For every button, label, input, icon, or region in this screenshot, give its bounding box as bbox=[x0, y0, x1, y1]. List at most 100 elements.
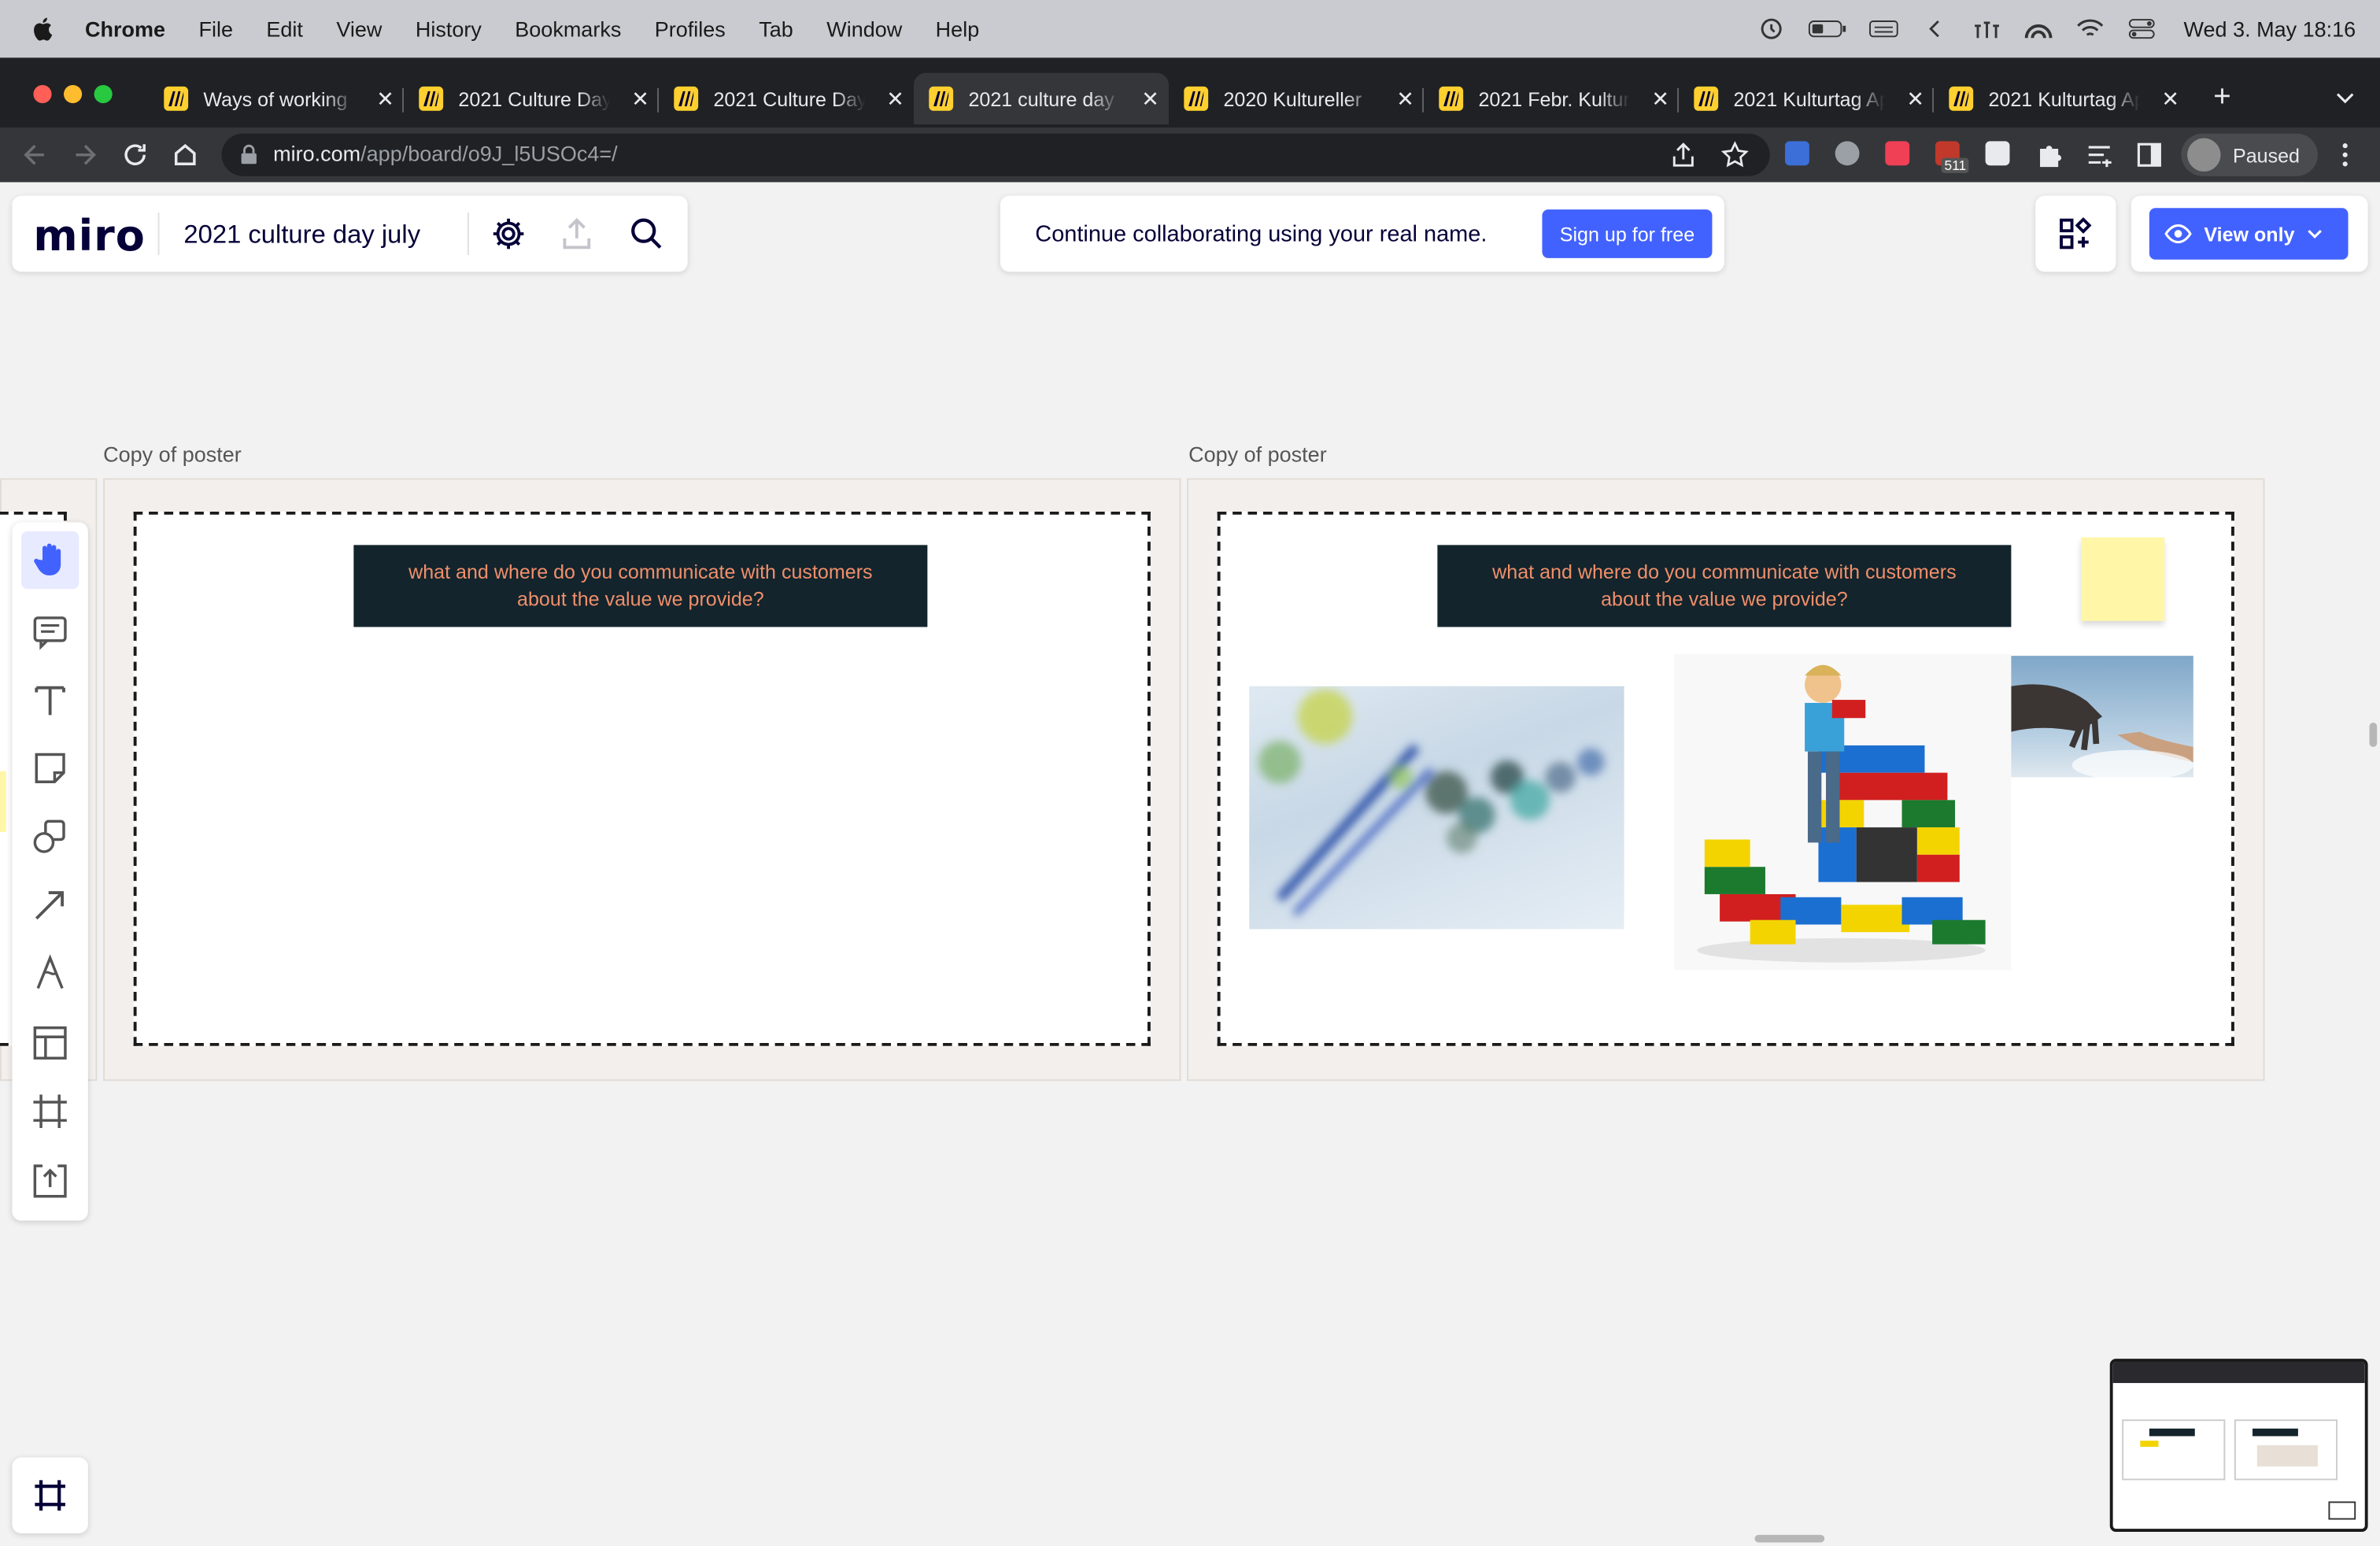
flower-photo[interactable] bbox=[1249, 686, 1624, 930]
minimap[interactable] bbox=[2109, 1359, 2368, 1532]
menubar-clock[interactable]: Wed 3. May 18:16 bbox=[2184, 17, 2356, 41]
collapsed-side-tab[interactable] bbox=[0, 771, 6, 832]
control-center-icon[interactable] bbox=[2126, 18, 2156, 39]
question-card[interactable]: what and where do you communicate with c… bbox=[1437, 545, 2012, 627]
share-icon[interactable] bbox=[1671, 141, 1695, 168]
header-divider bbox=[468, 213, 469, 256]
frame-label[interactable]: Copy of poster bbox=[103, 442, 242, 466]
menu-help[interactable]: Help bbox=[936, 17, 980, 41]
export-icon[interactable] bbox=[560, 216, 593, 252]
frame-label[interactable]: Copy of poster bbox=[1188, 442, 1327, 466]
reload-icon[interactable] bbox=[121, 141, 149, 168]
miro-favicon-icon bbox=[164, 86, 189, 111]
sticky-note-icon[interactable] bbox=[31, 749, 70, 788]
new-tab-button[interactable]: + bbox=[2207, 82, 2238, 113]
browser-tab-active[interactable]: 2021 culture day ✕ bbox=[914, 72, 1170, 125]
menu-file[interactable]: File bbox=[198, 17, 233, 41]
browser-tab[interactable]: 2021 Culture Day ✕ bbox=[419, 76, 649, 121]
comment-icon[interactable] bbox=[31, 612, 70, 651]
window-close-button[interactable] bbox=[33, 85, 52, 104]
tab-close-icon[interactable]: ✕ bbox=[1141, 86, 1159, 112]
browser-tab[interactable]: 2021 Kulturtag Ap ✕ bbox=[1949, 76, 2179, 121]
chevron-left-icon[interactable] bbox=[1920, 18, 1950, 39]
menu-tab[interactable]: Tab bbox=[759, 17, 793, 41]
address-url[interactable]: miro.com/app/board/o9J_l5USOc4=/ bbox=[273, 141, 617, 165]
board-title[interactable]: 2021 culture day july bbox=[183, 220, 420, 251]
vertical-scroll-handle[interactable] bbox=[2369, 723, 2378, 747]
miro-favicon-icon bbox=[419, 86, 444, 111]
sticky-note[interactable] bbox=[2081, 537, 2165, 621]
browser-tab[interactable]: 2021 Febr. Kultur ✕ bbox=[1439, 76, 1669, 121]
horizontal-scroll-handle[interactable] bbox=[1754, 1534, 1825, 1543]
menu-app-chrome[interactable]: Chrome bbox=[85, 17, 165, 41]
miro-favicon-icon bbox=[1949, 86, 1974, 111]
frame-icon bbox=[35, 1480, 65, 1511]
menu-window[interactable]: Window bbox=[826, 17, 902, 41]
apple-icon[interactable] bbox=[31, 15, 58, 43]
lock-icon[interactable] bbox=[240, 144, 258, 165]
tab-close-icon[interactable]: ✕ bbox=[1906, 86, 1924, 112]
hand-tool-button[interactable] bbox=[21, 531, 79, 590]
extension-icon[interactable] bbox=[1835, 141, 1860, 166]
tab-close-icon[interactable]: ✕ bbox=[631, 86, 649, 112]
tab-close-icon[interactable]: ✕ bbox=[376, 86, 394, 112]
menu-view[interactable]: View bbox=[336, 17, 382, 41]
profile-button[interactable]: Paused bbox=[2181, 133, 2318, 176]
bookmark-star-icon[interactable] bbox=[1721, 141, 1749, 168]
menu-edit[interactable]: Edit bbox=[266, 17, 303, 41]
tab-close-icon[interactable]: ✕ bbox=[886, 86, 904, 112]
menu-history[interactable]: History bbox=[416, 17, 482, 41]
miro-logo[interactable]: miro bbox=[33, 211, 145, 261]
extensions-puzzle-icon[interactable] bbox=[2035, 141, 2063, 168]
minimap-header bbox=[2112, 1361, 2365, 1383]
text-icon[interactable] bbox=[31, 680, 70, 719]
browser-tab[interactable]: Ways of working ✕ bbox=[164, 76, 394, 121]
tab-divider bbox=[657, 87, 660, 113]
tab-search-chevron-icon[interactable] bbox=[2334, 88, 2356, 109]
window-zoom-button[interactable] bbox=[94, 85, 113, 104]
view-only-button[interactable]: View only bbox=[2149, 208, 2349, 260]
side-panel-icon[interactable] bbox=[2136, 141, 2164, 168]
templates-icon[interactable] bbox=[31, 1023, 70, 1063]
window-minimize-button[interactable] bbox=[64, 85, 83, 104]
search-icon[interactable] bbox=[628, 216, 664, 252]
menu-bookmarks[interactable]: Bookmarks bbox=[515, 17, 621, 41]
question-card[interactable]: what and where do you communicate with c… bbox=[353, 545, 928, 627]
sign-up-button[interactable]: Sign up for free bbox=[1542, 209, 1713, 258]
wifi-icon[interactable] bbox=[2075, 18, 2105, 39]
upload-icon[interactable] bbox=[31, 1161, 70, 1200]
settings-gear-icon[interactable] bbox=[490, 216, 527, 252]
frame-icon[interactable] bbox=[31, 1092, 70, 1131]
keyboard-icon[interactable] bbox=[1868, 18, 1898, 39]
macos-menubar: Chrome File Edit View History Bookmarks … bbox=[0, 0, 2380, 58]
browser-tab[interactable]: 2021 Culture Day ✕ bbox=[674, 76, 904, 121]
minimap-viewport bbox=[2328, 1501, 2356, 1520]
tab-close-icon[interactable]: ✕ bbox=[1396, 86, 1414, 112]
tab-label: 2021 Febr. Kultur bbox=[1478, 87, 1630, 110]
extension-icon[interactable] bbox=[1985, 141, 2010, 166]
tab-close-icon[interactable]: ✕ bbox=[1651, 86, 1669, 112]
battery-icon[interactable] bbox=[1807, 18, 1846, 39]
miro-favicon-icon bbox=[1694, 86, 1719, 111]
shapes-icon[interactable] bbox=[31, 817, 70, 856]
tab-close-icon[interactable]: ✕ bbox=[2161, 86, 2179, 112]
pocket-extension-icon[interactable] bbox=[1885, 141, 1910, 166]
url-path: /app/board/o9J_l5USOc4=/ bbox=[360, 141, 618, 166]
time-machine-icon[interactable] bbox=[1756, 18, 1787, 39]
lego-kid-photo[interactable] bbox=[1674, 654, 2012, 971]
menu-profiles[interactable]: Profiles bbox=[655, 17, 726, 41]
home-icon[interactable] bbox=[172, 141, 199, 168]
vpn-icon[interactable] bbox=[2023, 18, 2053, 39]
hands-sky-photo[interactable] bbox=[2011, 656, 2193, 778]
network-icon[interactable] bbox=[1972, 18, 2002, 39]
back-icon[interactable] bbox=[21, 141, 49, 168]
forward-icon[interactable] bbox=[72, 141, 99, 168]
pen-icon[interactable] bbox=[31, 953, 70, 993]
frames-list-button[interactable] bbox=[12, 1457, 88, 1533]
more-menu-icon[interactable] bbox=[2338, 141, 2352, 168]
browser-tab[interactable]: 2021 Kulturtag Ap ✕ bbox=[1694, 76, 1924, 121]
browser-tab[interactable]: 2020 Kultureller ✕ bbox=[1184, 76, 1414, 121]
bitwarden-extension-icon[interactable] bbox=[1785, 141, 1809, 166]
arrow-icon[interactable] bbox=[31, 885, 70, 924]
reading-list-icon[interactable] bbox=[2086, 141, 2113, 168]
